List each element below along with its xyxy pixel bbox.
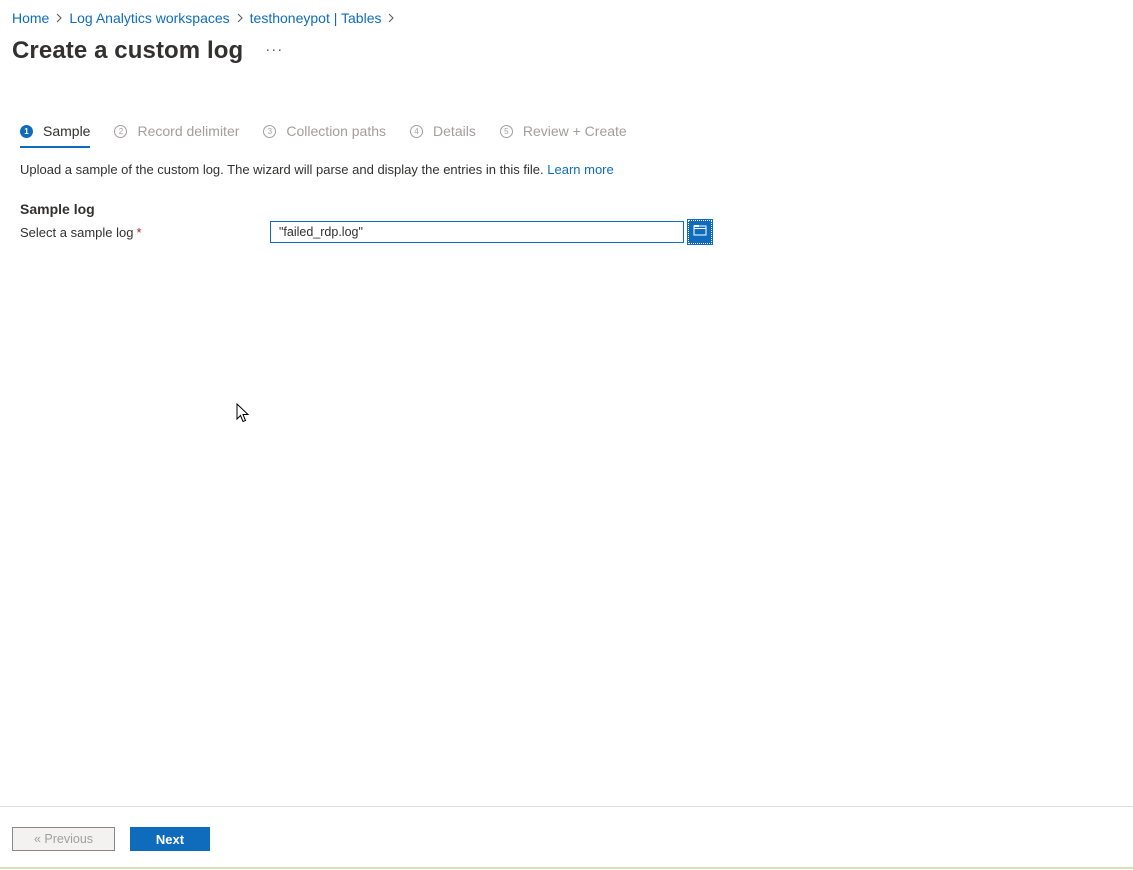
page-title: Create a custom log xyxy=(12,37,244,64)
next-button[interactable]: Next xyxy=(130,827,210,851)
required-marker: * xyxy=(136,225,142,240)
section-title: Sample log xyxy=(20,201,95,217)
tab-label: Sample xyxy=(43,123,91,139)
tab-label: Record delimiter xyxy=(137,123,240,139)
breadcrumb: Home Log Analytics workspaces testhoneyp… xyxy=(12,9,401,27)
tab-label: Review + Create xyxy=(522,123,627,139)
footer-divider xyxy=(0,867,1133,869)
sample-log-file-input[interactable] xyxy=(270,221,684,243)
mouse-pointer-icon xyxy=(236,402,250,428)
breadcrumb-tables[interactable]: testhoneypot | Tables xyxy=(250,10,382,26)
description-text: Upload a sample of the custom log. The w… xyxy=(20,162,544,177)
previous-button[interactable]: « Previous xyxy=(12,827,115,851)
field-label-text: Select a sample log xyxy=(20,225,134,240)
footer: « Previous Next xyxy=(0,806,1133,869)
tab-collection-paths[interactable]: 3 Collection paths xyxy=(263,120,386,148)
title-row: Create a custom log ··· xyxy=(12,37,283,65)
step-number: 4 xyxy=(410,124,424,138)
tab-record-delimiter[interactable]: 2 Record delimiter xyxy=(114,120,239,148)
breadcrumb-log-analytics-workspaces[interactable]: Log Analytics workspaces xyxy=(69,10,229,26)
chevron-right-icon xyxy=(381,9,401,27)
step-number: 2 xyxy=(114,124,128,138)
wizard-tabs: 1 Sample 2 Record delimiter 3 Collection… xyxy=(20,120,651,148)
more-options-button[interactable]: ··· xyxy=(265,41,283,58)
tab-details[interactable]: 4 Details xyxy=(410,120,476,148)
browse-file-button[interactable] xyxy=(687,219,713,245)
tab-label: Details xyxy=(433,123,476,139)
breadcrumb-home[interactable]: Home xyxy=(12,10,49,26)
folder-open-icon xyxy=(693,223,707,241)
tab-sample[interactable]: 1 Sample xyxy=(20,120,91,148)
chevron-right-icon xyxy=(49,9,69,27)
chevron-right-icon xyxy=(230,9,250,27)
tab-review-create[interactable]: 5 Review + Create xyxy=(499,120,627,148)
step-number: 1 xyxy=(20,124,33,138)
tab-label: Collection paths xyxy=(286,123,387,139)
field-label: Select a sample log * xyxy=(20,225,142,240)
step-number: 3 xyxy=(263,124,277,138)
learn-more-link[interactable]: Learn more xyxy=(547,162,613,177)
step-number: 5 xyxy=(499,124,513,138)
description: Upload a sample of the custom log. The w… xyxy=(20,162,614,177)
